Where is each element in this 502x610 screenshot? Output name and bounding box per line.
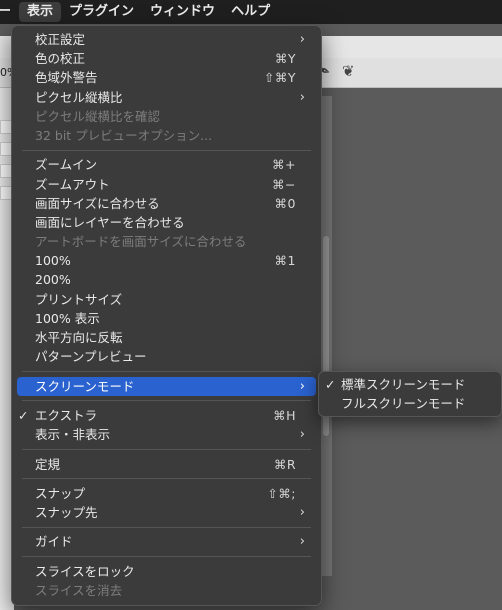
menu-item[interactable]: パターンプレビュー [12,347,321,366]
butterfly-icon[interactable]: ❦ [342,62,355,80]
menubar-item-window[interactable]: ウィンドウ [142,0,223,24]
menu-item[interactable]: 定規 ⌘R [12,455,321,474]
menu-item-shortcut: ⌘H [273,407,296,423]
menubar-item-view[interactable]: 表示 [19,2,62,22]
chevron-right-icon: › [299,427,305,443]
menu-item[interactable]: スクリーンモード › [17,376,316,396]
menu-separator [22,400,311,402]
menu-item-label: スクリーンモード [35,378,135,394]
menu-item[interactable]: 水平方向に反転 [12,328,321,347]
screen-mode-submenu: ✓ 標準スクリーンモード フルスクリーンモード [318,371,502,417]
menu-item-label: プリントサイズ [35,291,123,307]
menu-item-label: 色域外警告 [35,70,98,86]
menu-item[interactable]: 表示・非表示 › [12,425,321,444]
menu-item-shortcut: ⌘− [272,176,296,192]
menu-item-label: 色の校正 [35,51,86,67]
menu-item[interactable]: 色域外警告 ⇧⌘Y [12,68,321,87]
submenu-item[interactable]: フルスクリーンモード [319,394,501,413]
menu-item[interactable]: 200% [12,270,321,289]
menu-item[interactable]: スライスをロック [12,562,321,581]
view-menu: 校正設定 › 色の校正 ⌘Y 色域外警告 ⇧⌘Y ピクセル縦横比 › ピクセル縦横比を確認 32 … [11,25,322,606]
menu-item[interactable]: スナップ ⇧⌘; [12,484,321,503]
menu-item-shortcut: ⇧⌘; [267,485,296,501]
menu-separator [22,556,311,558]
menu-item-label: 画面にレイヤーを合わせる [35,214,185,230]
menu-item[interactable]: ピクセル縦横比 › [12,88,321,107]
menubar-item-plugins[interactable]: プラグイン [61,0,142,24]
menu-item-label: ピクセル縦横比 [35,89,123,105]
menu-item: アートボードを画面サイズに合わせる [12,232,321,251]
menu-item: 32 bit プレビューオプション... [12,126,321,145]
menu-item[interactable]: プリントサイズ [12,290,321,309]
menu-item-label: 定規 [35,456,61,472]
menu-item-shortcut: ⌘Y [274,51,296,67]
menu-item[interactable]: 校正設定 › [12,30,321,49]
menu-item-label: 200% [35,272,71,288]
submenu-item[interactable]: ✓ 標準スクリーンモード [319,375,501,394]
menu-item: ピクセル縦横比を確認 [12,107,321,126]
menu-item: スライスを消去 [12,581,321,600]
menu-item-shortcut: ⌘0 [274,195,296,211]
menu-separator [22,149,311,151]
menu-item-label: ズームアウト [35,176,110,192]
chevron-right-icon: › [299,378,305,394]
menu-separator [22,370,311,372]
submenu-item-label: 標準スクリーンモード [341,377,466,392]
menu-item-label: パターンプレビュー [35,349,147,365]
menu-item[interactable]: ズームイン ⌘+ [12,155,321,174]
menu-item-label: エクストラ [35,407,98,423]
menubar-item-prev[interactable]: ー [0,0,19,24]
menu-separator [22,448,311,450]
menu-item-label: スナップ先 [35,505,98,521]
checkmark-icon: ✓ [325,377,336,392]
menu-item-label: スライスをロック [35,563,135,579]
menu-item[interactable]: 画面にレイヤーを合わせる [12,213,321,232]
menu-item-label: ピクセル縦横比を確認 [35,108,161,124]
menu-item[interactable]: ガイド › [12,532,321,551]
chevron-right-icon: › [299,89,305,105]
chevron-right-icon: › [299,32,305,47]
menu-item-label: スライスを消去 [35,583,123,598]
checkmark-icon: ✓ [18,407,29,423]
menu-item-label: ガイド [35,534,73,550]
chevron-right-icon: › [299,534,305,550]
menu-item-label: 32 bit プレビューオプション... [35,127,213,143]
menu-item-label: 100% [35,253,71,269]
menu-item[interactable]: 100% 表示 [12,309,321,328]
menu-item-shortcut: ⌘+ [272,157,296,173]
menu-item[interactable]: スナップ先 › [12,503,321,522]
menu-item-label: ズームイン [35,157,98,173]
menu-item-label: アートボードを画面サイズに合わせる [35,234,247,250]
menu-item-label: 表示・非表示 [35,427,111,443]
menu-item[interactable]: 色の校正 ⌘Y [12,49,321,68]
menu-item-shortcut: ⇧⌘Y [263,70,296,86]
menu-item[interactable]: ✓ エクストラ ⌘H [12,406,321,425]
menu-separator [22,478,311,480]
chevron-right-icon: › [299,505,305,521]
menu-bar: ー表示 プラグイン ウィンドウ ヘルプ [0,0,502,24]
menu-item[interactable]: 100% ⌘1 [12,251,321,270]
menu-item-label: スナップ [35,485,86,501]
submenu-item-label: フルスクリーンモード [341,396,466,411]
menu-item[interactable]: 画面サイズに合わせる ⌘0 [12,194,321,213]
menu-item-label: 画面サイズに合わせる [35,195,160,211]
menu-item[interactable]: ズームアウト ⌘− [12,175,321,194]
menu-item-shortcut: ⌘1 [274,253,296,269]
menu-item-shortcut: ⌘R [273,456,296,472]
menu-item-label: 校正設定 [35,32,86,47]
menu-separator [22,526,311,528]
menubar-item-help[interactable]: ヘルプ [223,0,278,24]
menu-item-label: 水平方向に反転 [35,330,123,345]
menu-item-label: 100% 表示 [35,310,100,326]
